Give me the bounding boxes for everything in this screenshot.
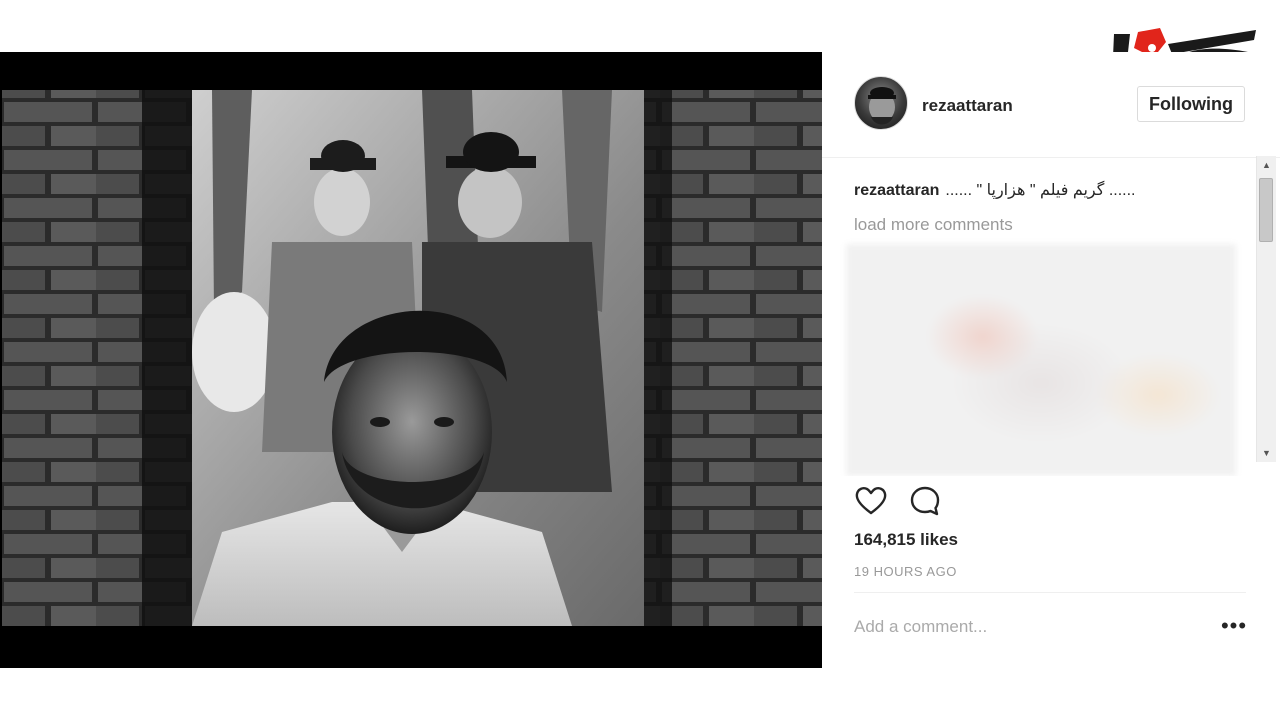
post-timestamp: 19 HOURS AGO [854,564,957,579]
caption-username[interactable]: rezaattaran [854,182,939,199]
scroll-down-arrow-icon[interactable]: ▼ [1257,444,1276,462]
post-photo[interactable] [2,52,822,668]
divider [854,592,1246,593]
comment-bubble-icon[interactable] [908,484,942,518]
heart-icon[interactable] [854,484,888,518]
post-caption: rezaattaran ...... " گریم فیلم " هزارپا .… [854,180,1136,200]
following-button[interactable]: Following [1137,86,1245,122]
add-comment-input[interactable] [846,612,1186,642]
blurred-comments [846,244,1236,476]
post-username[interactable]: rezaattaran [922,96,1013,116]
ellipsis-icon[interactable]: ••• [1220,614,1248,638]
likes-count[interactable]: 164,815 likes [854,530,958,550]
load-more-comments-link[interactable]: load more comments [854,215,1013,235]
post-header: rezaattaran Following [822,52,1280,158]
scrollbar-thumb[interactable] [1259,178,1273,242]
comments-section: rezaattaran ...... " گریم فیلم " هزارپا .… [822,158,1280,476]
caption-text: ...... " گریم فیلم " هزارپا ...... [945,182,1136,199]
scroll-up-arrow-icon[interactable]: ▲ [1257,156,1276,174]
post-side-panel: rezaattaran Following rezaattaran ...... … [822,52,1280,668]
comments-scrollbar[interactable]: ▲ ▼ [1256,156,1276,462]
avatar[interactable] [854,76,908,130]
instagram-post: rezaattaran Following rezaattaran ...... … [0,52,1280,668]
